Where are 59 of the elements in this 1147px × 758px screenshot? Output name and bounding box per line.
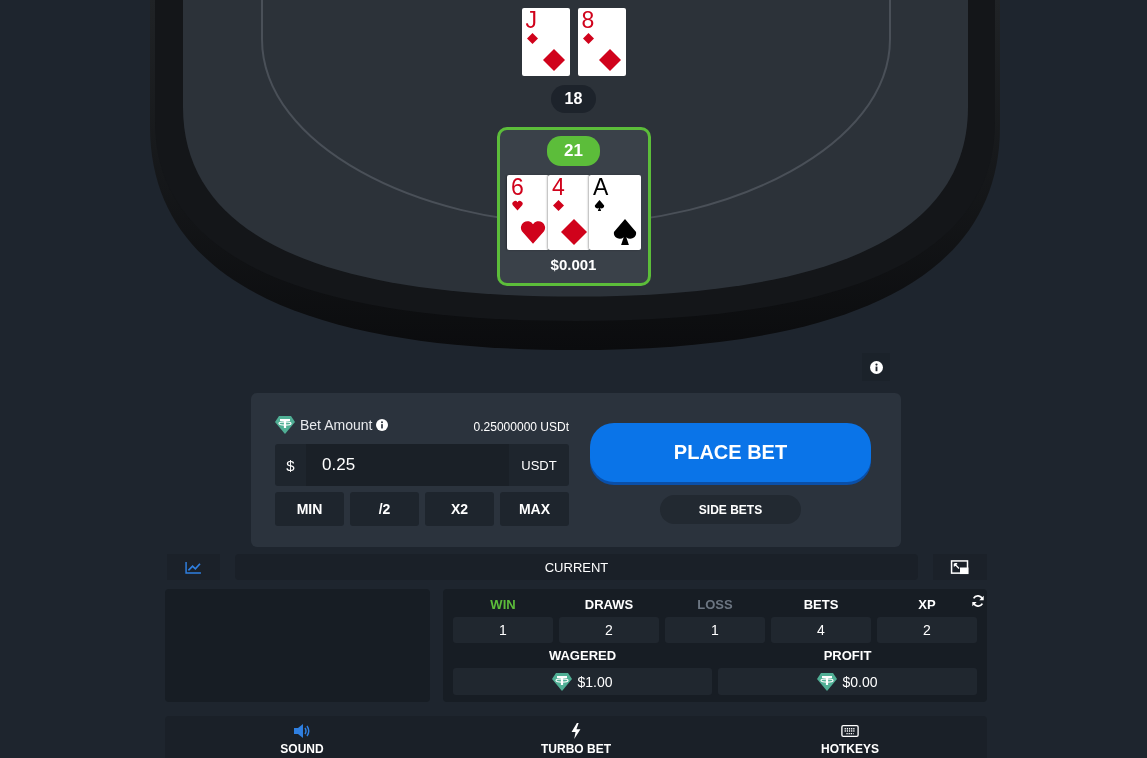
diamond-icon	[598, 49, 621, 71]
stat-label: PROFIT	[823, 648, 872, 663]
stat-value: 2	[559, 617, 659, 643]
toolbar-button[interactable]: HOTKEYS	[713, 716, 987, 758]
card-rank: J	[525, 8, 537, 34]
stat-label: XP	[918, 597, 936, 612]
stat-label: LOSS	[697, 597, 733, 612]
stat-label: WAGERED	[548, 648, 617, 663]
card-rank: 6	[511, 175, 524, 201]
place-bet-button[interactable]: PLACE BET	[590, 423, 871, 482]
stat-value: 1	[665, 617, 765, 643]
tether-icon	[817, 672, 838, 691]
keyboard-icon	[841, 723, 859, 739]
spade-icon	[594, 200, 605, 211]
bet-amount-label: Bet Amount	[300, 417, 373, 433]
quick-bet-button[interactable]: /2	[350, 492, 419, 526]
currency-symbol: $	[285, 456, 296, 474]
diamond-icon	[561, 219, 587, 245]
popout-button[interactable]	[933, 554, 987, 580]
info-icon	[869, 360, 883, 374]
info-icon[interactable]	[376, 419, 389, 431]
quick-bet-button[interactable]: MIN	[275, 492, 344, 526]
toolbar-button[interactable]: TURBO BET	[439, 716, 713, 758]
stat-value: 1	[453, 617, 553, 643]
hand-total: 21	[547, 136, 600, 166]
speaker-icon	[293, 723, 311, 739]
amount-text: $0.00	[842, 673, 878, 690]
stat-value: 4	[771, 617, 871, 643]
tether-icon	[275, 416, 295, 434]
diamond-icon	[582, 33, 594, 44]
stat-label: BETS	[803, 597, 839, 612]
balance-text: 0.25000000 USDt	[473, 420, 569, 434]
amount-text: $1.00	[577, 673, 613, 690]
stat-label: WIN	[490, 597, 516, 612]
tether-icon	[552, 672, 573, 691]
info-button[interactable]	[862, 353, 890, 381]
popout-icon	[950, 559, 970, 575]
heart-icon	[512, 200, 523, 211]
diamond-icon	[553, 200, 564, 211]
heart-icon	[520, 219, 546, 245]
chart-button[interactable]	[167, 554, 220, 580]
stat-value: 2	[877, 617, 977, 643]
quick-bet-button[interactable]: MAX	[500, 492, 569, 526]
hand-bet: $0.001	[550, 256, 597, 273]
diamond-icon	[542, 49, 565, 71]
card-rank: 8	[581, 8, 595, 34]
toolbar-button[interactable]: SOUND	[165, 716, 439, 758]
bet-amount-field[interactable]: $ 0.25 USDT	[275, 444, 569, 486]
card-rank: 4	[552, 175, 565, 201]
diamond-icon	[526, 33, 538, 44]
current-tab[interactable]: CURRENT	[235, 554, 918, 580]
side-bets-button[interactable]: SIDE BETS	[660, 495, 801, 524]
currency-code: USDT	[520, 457, 558, 473]
card-rank: A	[593, 175, 609, 201]
stat-label: DRAWS	[584, 597, 634, 612]
spade-icon	[612, 219, 638, 245]
chart-icon	[185, 560, 202, 574]
refresh-icon[interactable]	[971, 594, 985, 608]
quick-bet-button[interactable]: X2	[425, 492, 494, 526]
